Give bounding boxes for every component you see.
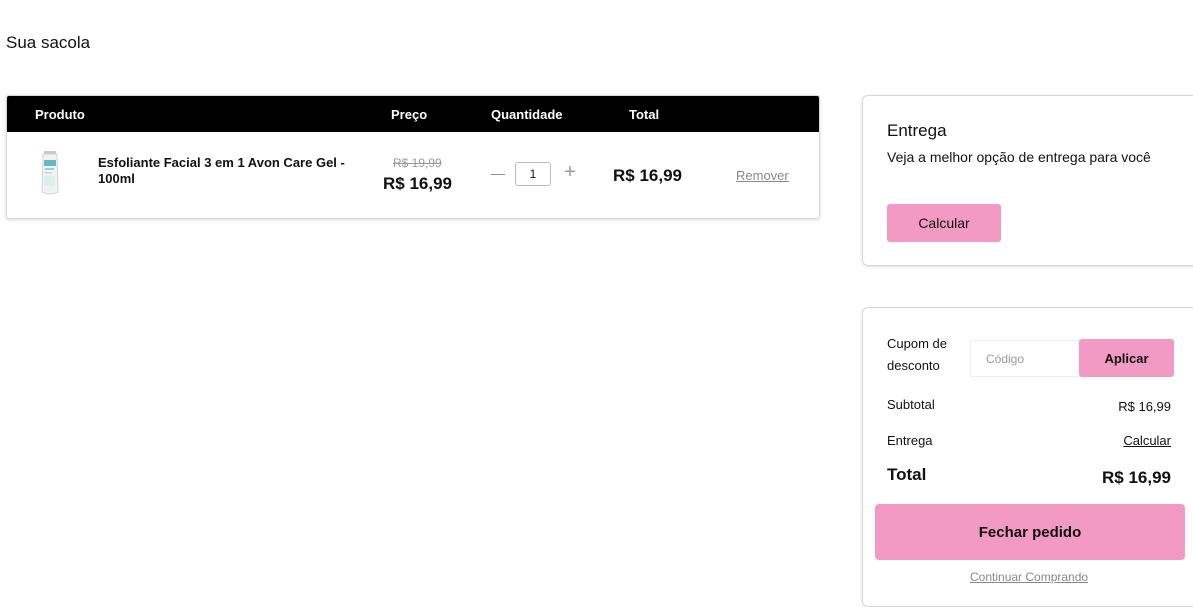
coupon-label: Cupom de desconto bbox=[887, 336, 947, 373]
order-summary-card: Cupom de desconto Aplicar Subtotal R$ 16… bbox=[862, 307, 1193, 607]
calculate-delivery-button[interactable]: Calcular bbox=[887, 204, 1001, 242]
quantity-input[interactable] bbox=[515, 162, 551, 186]
checkout-button[interactable]: Fechar pedido bbox=[875, 504, 1185, 560]
total-label: Total bbox=[887, 465, 927, 484]
subtotal-value: R$ 16,99 bbox=[1118, 399, 1171, 414]
page-title: Sua sacola bbox=[6, 33, 91, 52]
product-tube-image[interactable] bbox=[37, 150, 63, 198]
total-value: R$ 16,99 bbox=[1102, 468, 1171, 487]
delivery-card: Entrega Veja a melhor opção de entrega p… bbox=[862, 95, 1193, 266]
decrease-quantity-button[interactable]: — bbox=[491, 163, 505, 183]
calculate-delivery-link[interactable]: Calcular bbox=[1123, 433, 1171, 448]
apply-coupon-button[interactable]: Aplicar bbox=[1079, 339, 1174, 377]
cart-item-row: Esfoliante Facial 3 em 1 Avon Care Gel -… bbox=[7, 132, 819, 218]
sale-price: R$ 16,99 bbox=[383, 174, 452, 193]
cart-header: Produto Preço Quantidade Total bbox=[7, 96, 819, 132]
header-quantity: Quantidade bbox=[491, 107, 563, 122]
subtotal-label: Subtotal bbox=[887, 397, 935, 412]
original-price: R$ 19,99 bbox=[393, 156, 442, 170]
item-total: R$ 16,99 bbox=[613, 166, 682, 185]
header-total: Total bbox=[629, 107, 660, 122]
remove-item-link[interactable]: Remover bbox=[736, 168, 789, 183]
delivery-title: Entrega bbox=[887, 121, 947, 140]
cart-table: Produto Preço Quantidade Total Esfoliant… bbox=[6, 95, 820, 219]
increase-quantity-button[interactable]: + bbox=[561, 160, 579, 184]
delivery-description: Veja a melhor opção de entrega para você bbox=[887, 149, 1151, 165]
product-name[interactable]: Esfoliante Facial 3 em 1 Avon Care Gel -… bbox=[98, 155, 353, 187]
header-product: Produto bbox=[35, 107, 85, 122]
continue-shopping-link[interactable]: Continuar Comprando bbox=[970, 570, 1088, 584]
delivery-label: Entrega bbox=[887, 433, 933, 448]
coupon-input[interactable] bbox=[970, 340, 1082, 377]
header-price: Preço bbox=[391, 107, 428, 122]
